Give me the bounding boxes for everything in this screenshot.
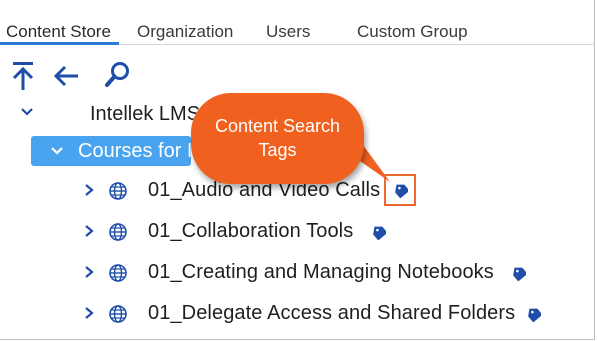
- back-arrow-icon: [53, 65, 78, 87]
- tag-icon[interactable]: [527, 306, 541, 322]
- move-to-top-icon: [12, 62, 34, 90]
- expand-chevron-icon[interactable]: [82, 183, 96, 197]
- globe-icon: [109, 264, 127, 282]
- search-icon: [105, 62, 129, 87]
- callout-line-1: Content Search: [214, 116, 341, 136]
- back-button[interactable]: [52, 60, 82, 92]
- tab-organization[interactable]: Organization: [137, 22, 233, 42]
- tag-icon[interactable]: [372, 224, 386, 240]
- tab-users[interactable]: Users: [266, 22, 310, 42]
- expand-chevron-icon[interactable]: [82, 265, 96, 279]
- callout-text: Content Search Tags: [191, 114, 364, 162]
- selected-tree-row-label: Courses for I: [78, 140, 193, 162]
- root-collapse-chevron-icon[interactable]: [20, 105, 34, 119]
- globe-icon: [109, 223, 127, 241]
- globe-icon: [109, 305, 127, 323]
- courses-collapse-chevron-icon[interactable]: [50, 144, 64, 158]
- course-item-label[interactable]: 01_Delegate Access and Shared Folders: [148, 302, 515, 325]
- tab-content-store[interactable]: Content Store: [6, 22, 111, 42]
- tag-icon[interactable]: [512, 265, 526, 281]
- expand-chevron-icon[interactable]: [82, 224, 96, 238]
- content-panel: Content Store Organization Users Custom …: [0, 0, 595, 340]
- callout-line-2: Tags: [258, 140, 297, 160]
- tab-custom-group[interactable]: Custom Group: [357, 22, 468, 42]
- search-button[interactable]: [104, 60, 134, 92]
- course-item-label[interactable]: 01_Creating and Managing Notebooks: [148, 261, 494, 284]
- active-tab-indicator: [0, 42, 119, 45]
- tree-root-label[interactable]: Intellek LMS: [90, 103, 200, 126]
- globe-icon: [109, 182, 127, 200]
- expand-chevron-icon[interactable]: [82, 306, 96, 320]
- tab-bar: Content Store Organization Users Custom …: [0, 0, 595, 45]
- move-to-top-button[interactable]: [9, 60, 39, 92]
- course-item-label[interactable]: 01_Collaboration Tools: [148, 220, 353, 243]
